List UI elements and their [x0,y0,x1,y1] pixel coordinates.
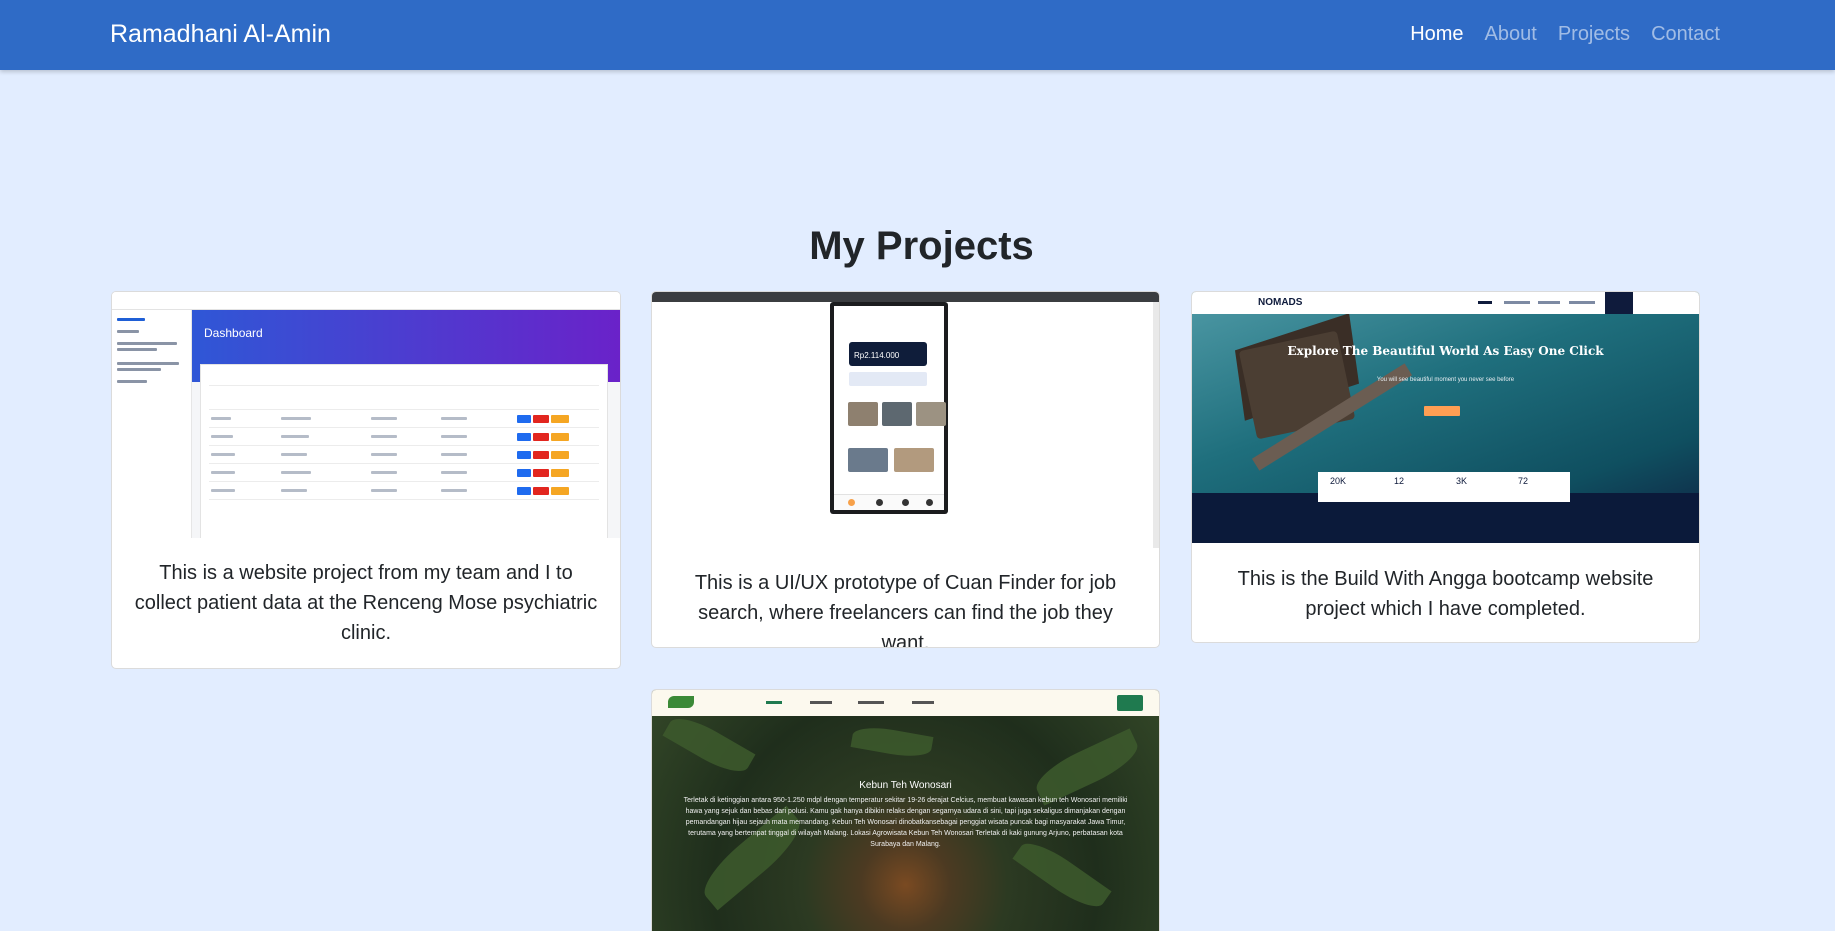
nav-links: Home About Projects Contact [1410,23,1720,46]
project-card-kebun-teh: Kebun Teh Wonosari Terletak di ketinggia… [651,689,1160,931]
nomads-headline: Explore The Beautiful World As Easy One … [1287,344,1604,358]
navbar: Ramadhani Al-Amin Home About Projects Co… [0,0,1835,70]
project-description: This is the Build With Angga bootcamp we… [1237,568,1654,620]
project-description: This is a website project from my team a… [134,562,598,644]
dashboard-heading: Dashboard [204,326,263,340]
wallet-balance: Rp2.114.000 [854,351,900,360]
project-card-cuan-finder: Rp2.114.000 This is a UI/UX prototype of… [651,291,1160,648]
project-screenshot: Dashboard [112,292,620,538]
nomads-stat: 12 [1394,476,1405,486]
tea-title: Kebun Teh Wonosari [859,780,952,791]
project-card-nomads: NOMADS Explore The Beautiful World As Ea… [1191,291,1700,643]
nav-link-contact[interactable]: Contact [1651,23,1720,46]
nomads-stat: 3K [1456,476,1468,486]
nomads-stat: 72 [1518,476,1529,486]
project-screenshot: Kebun Teh Wonosari Terletak di ketinggia… [652,690,1159,931]
nav-link-projects[interactable]: Projects [1558,23,1630,46]
nomads-subtitle: You will see beautiful moment you never … [1376,377,1515,383]
project-screenshot: NOMADS Explore The Beautiful World As Ea… [1192,292,1699,543]
nav-link-home[interactable]: Home [1410,23,1463,46]
project-screenshot: Rp2.114.000 [652,292,1159,548]
project-description: This is a UI/UX prototype of Cuan Finder… [694,572,1117,648]
nav-link-about[interactable]: About [1485,23,1537,46]
project-card-renceng-mose: Dashboard This is a website project from… [111,291,621,669]
section-title: My Projects [809,224,1034,268]
brand-link[interactable]: Ramadhani Al-Amin [110,20,331,49]
nomads-logo: NOMADS [1258,297,1303,308]
tea-body: Terletak di ketinggian antara 950-1.250 … [683,797,1128,848]
nomads-stat: 20K [1330,476,1347,486]
